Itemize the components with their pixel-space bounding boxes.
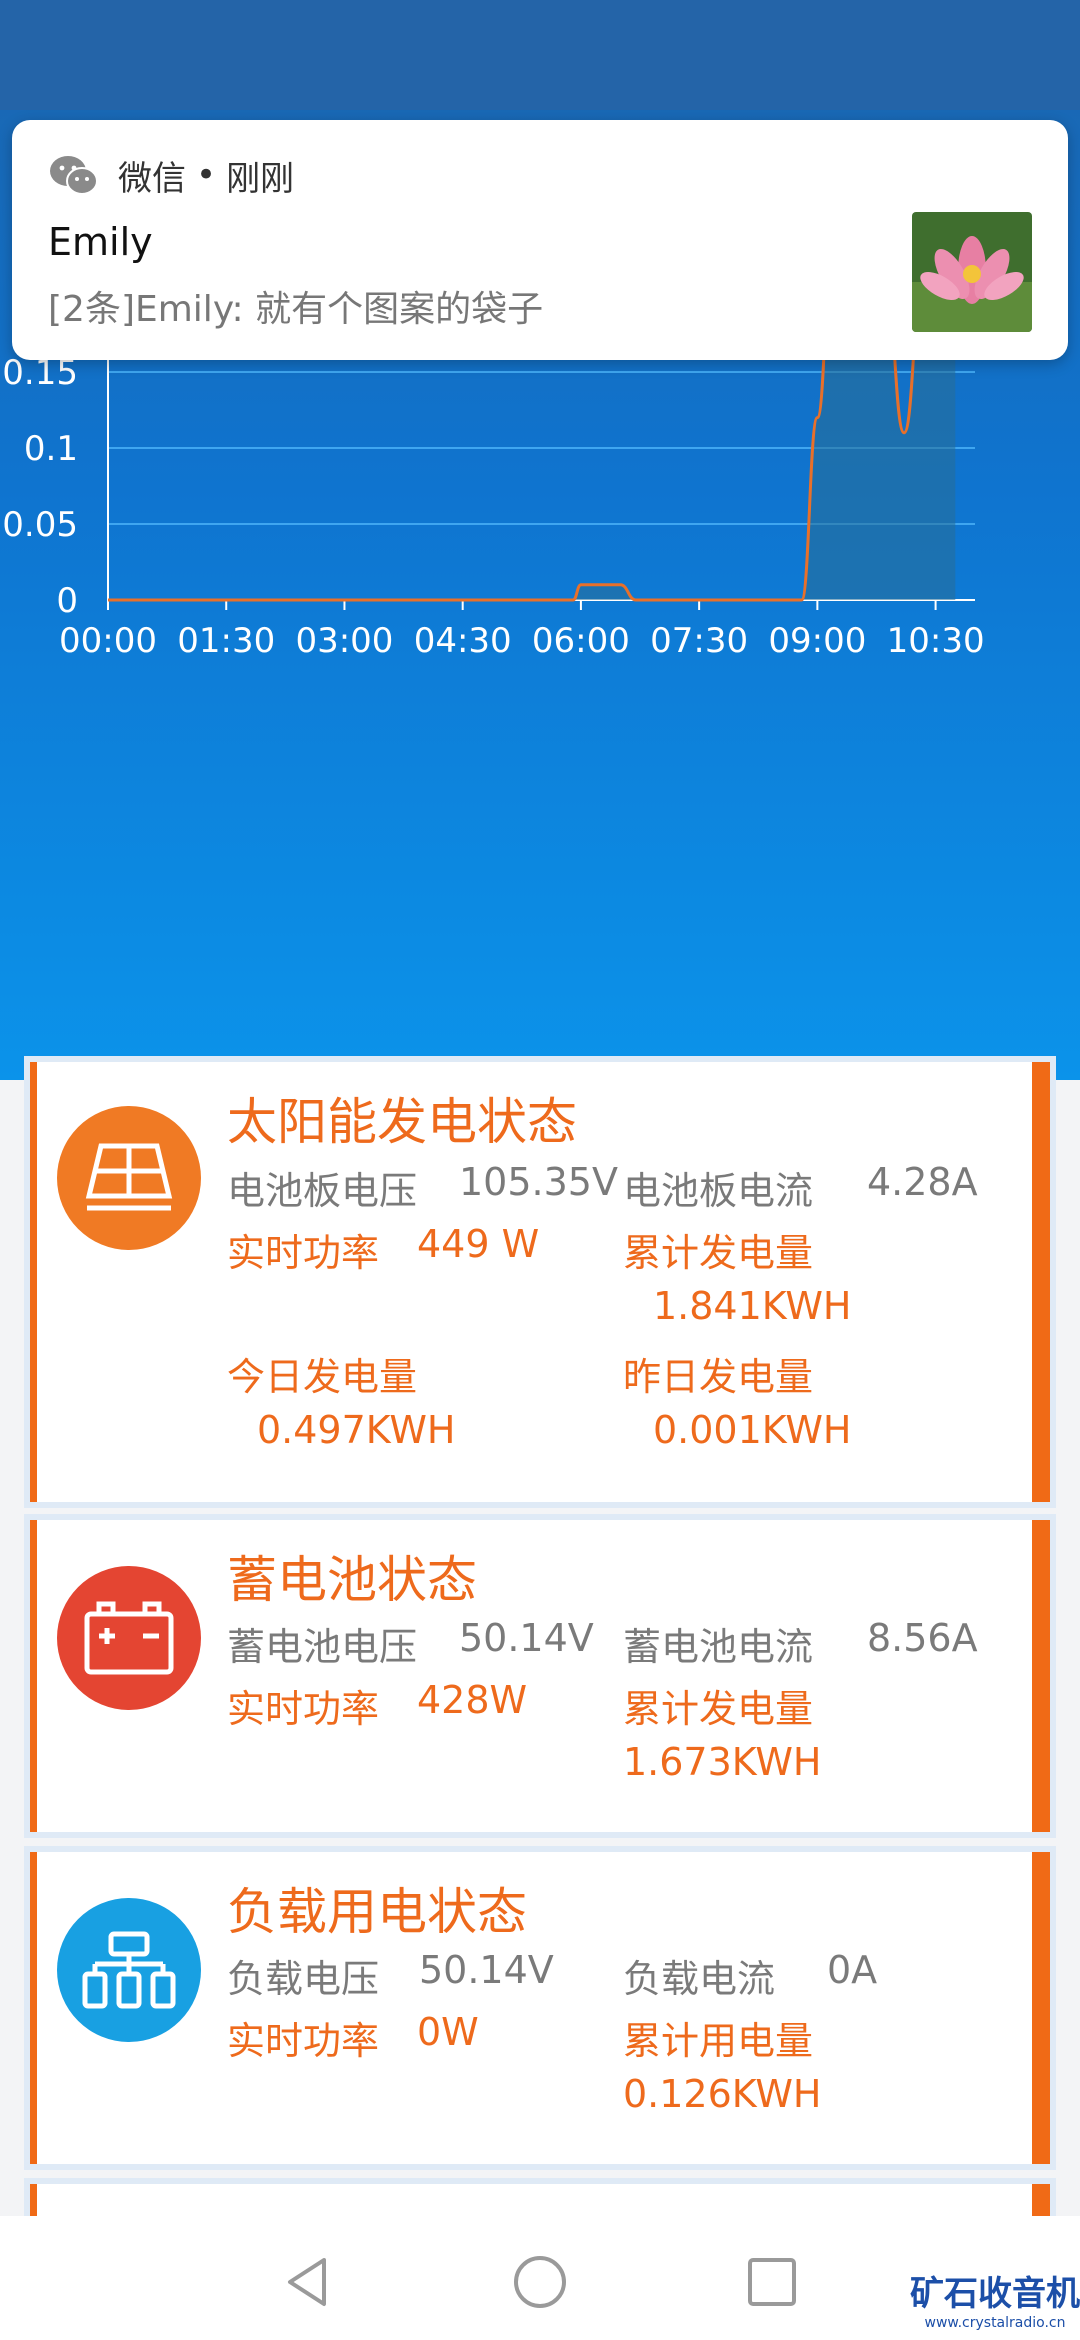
load-icon-circle xyxy=(57,1898,201,2042)
battery-voltage-label: 蓄电池电压 xyxy=(227,1625,418,1669)
battery-icon-circle xyxy=(57,1566,201,1710)
battery-total-label: 累计发电量 xyxy=(623,1687,814,1731)
solar-panel-icon xyxy=(85,1143,173,1211)
battery-current-value: 8.56A xyxy=(867,1616,978,1660)
y-tick-label: 0.05 xyxy=(2,505,78,545)
load-current-label: 负载电流 xyxy=(623,1957,776,2001)
x-tick-label: 04:30 xyxy=(414,621,512,661)
power-chart: 00.050.10.150.200:0001:3003:0004:3006:00… xyxy=(2,300,985,661)
wechat-notification[interactable]: 微信 • 刚刚 Emily [2条]Emily: 就有个图案的袋子 xyxy=(12,120,1068,360)
panel-current-value: 4.28A xyxy=(867,1160,978,1204)
battery-power-value: 428W xyxy=(417,1678,528,1722)
solar-icon-circle xyxy=(57,1106,201,1250)
yesterday-generation-value: 0.001KWH xyxy=(653,1408,852,1452)
today-generation-label: 今日发电量 xyxy=(227,1355,418,1399)
x-tick-label: 03:00 xyxy=(295,621,393,661)
battery-title: 蓄电池状态 xyxy=(227,1551,477,1609)
load-voltage-label: 负载电压 xyxy=(227,1957,380,2001)
home-icon[interactable] xyxy=(510,2252,570,2312)
solar-title: 太阳能发电状态 xyxy=(227,1093,577,1151)
panel-voltage-label: 电池板电压 xyxy=(227,1169,418,1213)
x-tick-label: 00:00 xyxy=(59,621,157,661)
load-distribution-icon xyxy=(82,1931,176,2009)
battery-voltage-value: 50.14V xyxy=(459,1616,594,1660)
notification-sender: Emily xyxy=(48,220,153,264)
load-status-card[interactable]: 负载用电状态 负载电压 50.14V 负载电流 0A 实时功率 0W 累计用电量… xyxy=(30,1852,1050,2164)
wechat-icon xyxy=(50,156,98,195)
notification-time: 刚刚 xyxy=(226,158,295,199)
today-generation-value: 0.497KWH xyxy=(257,1408,456,1452)
load-title: 负载用电状态 xyxy=(227,1883,527,1941)
y-tick-label: 0.1 xyxy=(24,429,78,469)
notification-app-row: 微信 • 刚刚 xyxy=(48,150,294,200)
load-power-value: 0W xyxy=(417,2010,479,2054)
back-icon[interactable] xyxy=(278,2252,338,2312)
battery-power-label: 实时功率 xyxy=(227,1687,380,1731)
solar-total-value: 1.841KWH xyxy=(653,1284,852,1328)
watermark-url: www.crystalradio.cn xyxy=(924,2315,1066,2331)
battery-icon xyxy=(84,1601,174,1675)
x-tick-label: 06:00 xyxy=(532,621,630,661)
load-voltage-value: 50.14V xyxy=(419,1948,554,1992)
x-tick-label: 07:30 xyxy=(650,621,748,661)
solar-total-label: 累计发电量 xyxy=(623,1231,814,1275)
watermark: 矿石收音机 www.crystalradio.cn xyxy=(910,2266,1080,2336)
x-tick-label: 09:00 xyxy=(768,621,866,661)
solar-power-value: 449 W xyxy=(417,1222,540,1266)
load-current-value: 0A xyxy=(827,1948,878,1992)
battery-current-label: 蓄电池电流 xyxy=(623,1625,814,1669)
notification-app-name: 微信 xyxy=(118,158,186,199)
battery-total-value: 1.673KWH xyxy=(623,1740,822,1784)
x-tick-label: 10:30 xyxy=(887,621,985,661)
y-tick-label: 0 xyxy=(56,581,78,621)
load-power-label: 实时功率 xyxy=(227,2019,380,2063)
load-total-value: 0.126KWH xyxy=(623,2072,822,2116)
notification-separator: • xyxy=(196,155,217,195)
lotus-thumbnail-image xyxy=(912,212,1032,332)
yesterday-generation-label: 昨日发电量 xyxy=(623,1355,814,1399)
solar-status-card[interactable]: 太阳能发电状态 电池板电压 105.35V 电池板电流 4.28A 实时功率 4… xyxy=(30,1062,1050,1502)
watermark-title: 矿石收音机 xyxy=(910,2274,1080,2314)
load-total-label: 累计用电量 xyxy=(623,2019,814,2063)
battery-status-card[interactable]: 蓄电池状态 蓄电池电压 50.14V 蓄电池电流 8.56A 实时功率 428W… xyxy=(30,1520,1050,1832)
status-area xyxy=(0,0,1080,110)
x-tick-label: 01:30 xyxy=(177,621,275,661)
panel-current-label: 电池板电流 xyxy=(623,1169,814,1213)
notification-message: [2条]Emily: 就有个图案的袋子 xyxy=(48,289,544,330)
panel-voltage-value: 105.35V xyxy=(459,1160,618,1204)
recents-icon[interactable] xyxy=(742,2252,802,2312)
solar-power-label: 实时功率 xyxy=(227,1231,380,1275)
